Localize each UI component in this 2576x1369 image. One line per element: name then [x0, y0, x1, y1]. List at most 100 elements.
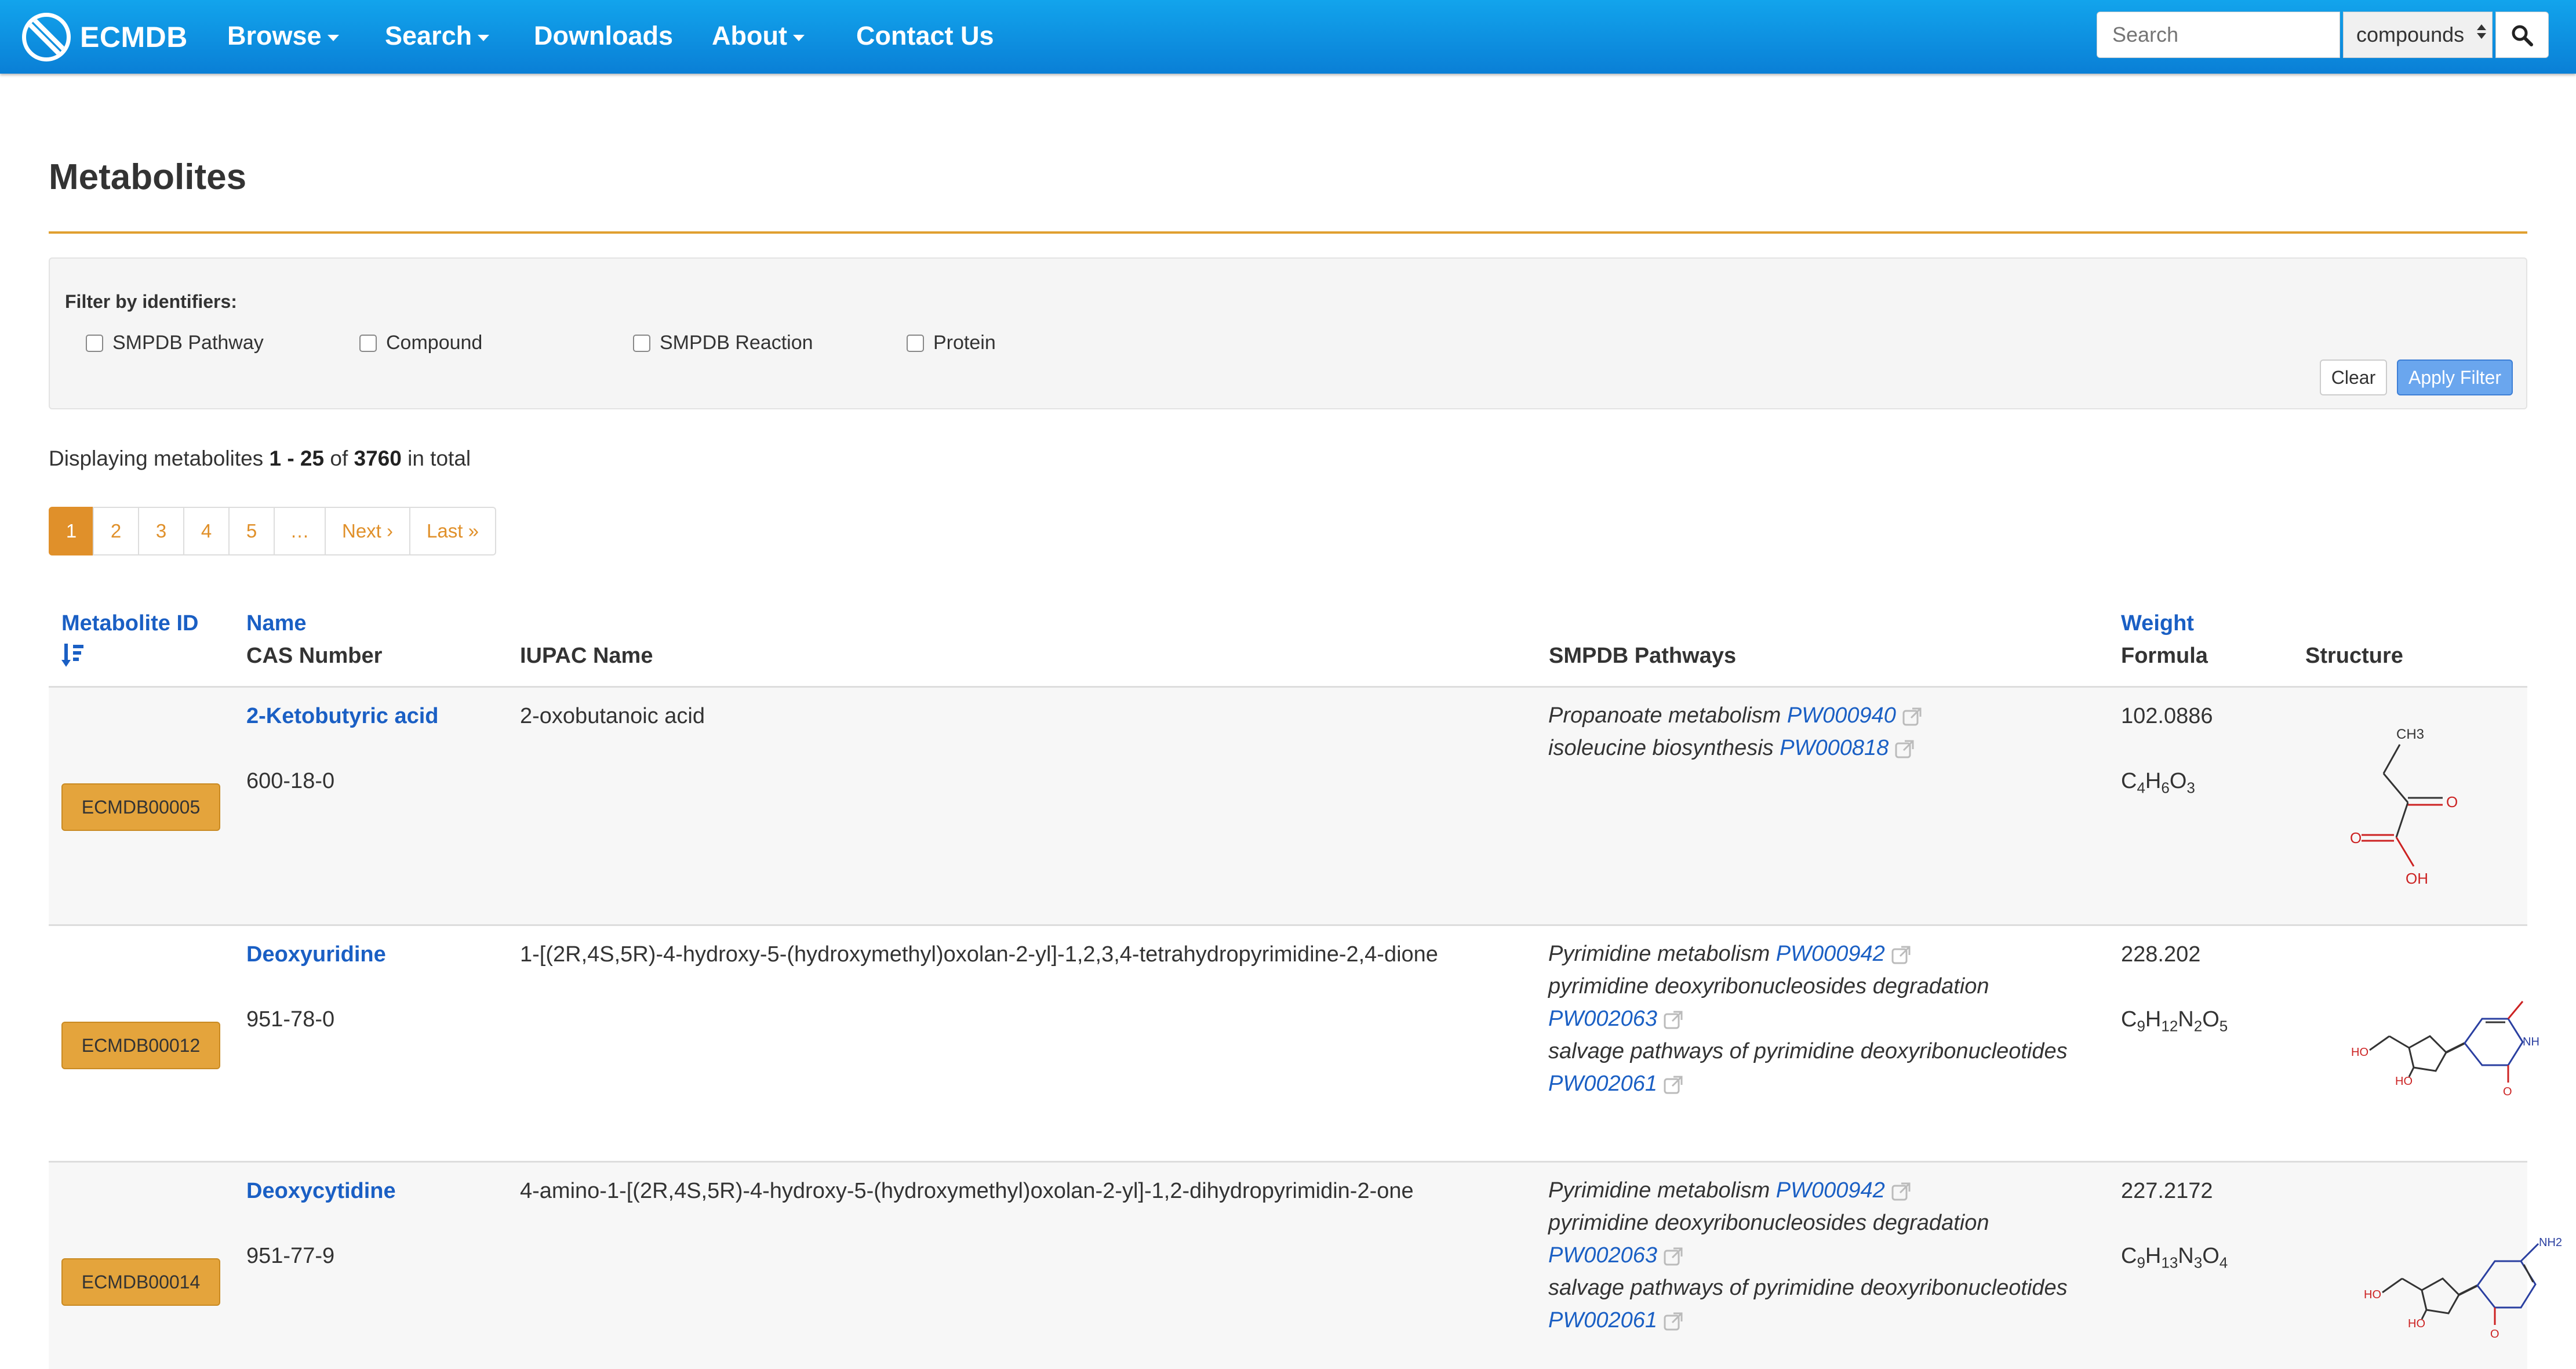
page-3[interactable]: 3: [138, 507, 184, 555]
pathway-link[interactable]: PW002061: [1548, 1072, 1657, 1096]
pathway-link[interactable]: PW002063: [1548, 1007, 1657, 1031]
table-row: ECMDB00012 Deoxyuridine 951-78-0 1-[(2R,…: [49, 926, 2539, 1163]
page-2[interactable]: 2: [93, 507, 139, 555]
structure-image: HO HO NH2 O: [2364, 1236, 2562, 1341]
filter-smpdb-pathway[interactable]: SMPDB Pathway: [86, 332, 264, 354]
count-total: 3760: [354, 446, 402, 470]
metabolite-id-button[interactable]: ECMDB00014: [61, 1258, 220, 1306]
clear-button[interactable]: Clear: [2320, 360, 2387, 395]
filter-protein[interactable]: Protein: [907, 332, 996, 354]
external-link-icon[interactable]: [1891, 945, 1912, 965]
filter-smpdb-reaction[interactable]: SMPDB Reaction: [633, 332, 813, 354]
svg-text:NH: NH: [2523, 1036, 2539, 1048]
metabolite-name-link[interactable]: 2-Ketobutyric acid: [246, 704, 439, 729]
header-structure: Structure: [2305, 644, 2403, 668]
nav-browse[interactable]: Browse: [227, 17, 339, 55]
external-link-icon[interactable]: [1663, 1311, 1684, 1332]
svg-text:NH2: NH2: [2539, 1236, 2562, 1249]
pathway-link[interactable]: PW002061: [1548, 1308, 1657, 1332]
header-name[interactable]: Name: [246, 611, 307, 636]
page-5[interactable]: 5: [228, 507, 275, 555]
checkbox[interactable]: [907, 334, 924, 352]
checkbox[interactable]: [633, 334, 650, 352]
pathway-name: pyrimidine deoxyribonucleosides degradat…: [1548, 974, 1989, 998]
header-iupac-name: IUPAC Name: [520, 644, 653, 668]
svg-text:O: O: [2490, 1328, 2499, 1341]
metabolite-name-link[interactable]: Deoxyuridine: [246, 942, 386, 967]
svg-text:O: O: [2503, 1085, 2512, 1098]
svg-text:O: O: [2350, 829, 2362, 847]
header-formula: Formula: [2121, 644, 2208, 668]
top-navbar: ECMDB Browse Search Downloads About Cont…: [0, 0, 2576, 74]
header-cas-number: CAS Number: [246, 644, 383, 668]
nav-contact-us[interactable]: Contact Us: [856, 17, 994, 55]
external-link-icon[interactable]: [1902, 706, 1923, 727]
caret-down-icon: [792, 34, 805, 41]
ecmdb-logo-icon: [22, 13, 71, 61]
structure-image: HO HO NH O: [2351, 1001, 2539, 1098]
sort-descending-icon[interactable]: [61, 642, 85, 668]
pathway-link[interactable]: PW000942: [1776, 1178, 1885, 1203]
filter-compound[interactable]: Compound: [359, 332, 482, 354]
cas-number: 951-78-0: [246, 1007, 335, 1032]
page-title: Metabolites: [49, 157, 247, 197]
external-link-icon[interactable]: [1891, 1181, 1912, 1202]
count-range: 1 - 25: [269, 446, 325, 470]
page-4[interactable]: 4: [183, 507, 230, 555]
metabolite-id-button[interactable]: ECMDB00005: [61, 783, 220, 831]
pathway-item: pyrimidine deoxyribonucleosides degradat…: [1548, 1207, 2068, 1239]
cas-number: 600-18-0: [246, 769, 335, 793]
pathway-name: Propanoate metabolism: [1548, 703, 1781, 728]
brand-link[interactable]: ECMDB: [22, 8, 188, 66]
search-input[interactable]: [2097, 12, 2340, 58]
pathway-item: PW002061: [1548, 1067, 2068, 1100]
pathway-link[interactable]: PW000940: [1787, 703, 1896, 728]
pagination: 1 2 3 4 5 … Next › Last »: [49, 507, 496, 555]
metabolite-id-button[interactable]: ECMDB00012: [61, 1022, 220, 1069]
filter-panel: Filter by identifiers: SMPDB Pathway Com…: [49, 257, 2527, 409]
nav-contact-label: Contact Us: [856, 21, 994, 50]
pathway-list: Pyrimidine metabolism PW000942 pyrimidin…: [1548, 1174, 2068, 1337]
header-weight[interactable]: Weight: [2121, 611, 2194, 636]
svg-text:CH3: CH3: [2396, 727, 2424, 742]
molecular-weight: 102.0886: [2121, 704, 2213, 728]
molecular-formula: C9H12N2O5: [2121, 1007, 2228, 1035]
filter-option-label: SMPDB Pathway: [112, 332, 264, 354]
count-suffix: in total: [407, 446, 471, 470]
pathway-item: Propanoate metabolism PW000940: [1548, 699, 1923, 732]
filter-option-label: Compound: [386, 332, 483, 354]
svg-text:OH: OH: [2406, 870, 2428, 887]
search-scope-select[interactable]: compounds: [2343, 12, 2493, 58]
external-link-icon[interactable]: [1663, 1074, 1684, 1095]
structure-image: CH3 O O OH: [2350, 727, 2458, 887]
external-link-icon[interactable]: [1663, 1246, 1684, 1267]
page-next[interactable]: Next ›: [325, 507, 410, 555]
metabolite-name-link[interactable]: Deoxycytidine: [246, 1179, 396, 1204]
nav-browse-label: Browse: [227, 21, 322, 50]
molecular-weight: 227.2172: [2121, 1179, 2213, 1203]
pathway-link[interactable]: PW000818: [1780, 736, 1889, 760]
nav-about[interactable]: About: [712, 17, 805, 55]
external-link-icon[interactable]: [1894, 739, 1915, 760]
pathway-list: Pyrimidine metabolism PW000942 pyrimidin…: [1548, 938, 2068, 1100]
search-button[interactable]: [2495, 12, 2549, 58]
header-metabolite-id[interactable]: Metabolite ID: [61, 611, 198, 636]
page-last[interactable]: Last »: [409, 507, 496, 555]
table-row: ECMDB00005 2-Ketobutyric acid 600-18-0 2…: [49, 688, 2527, 926]
pathway-item: PW002063: [1548, 1239, 2068, 1272]
svg-text:HO: HO: [2364, 1288, 2381, 1301]
nav-about-label: About: [712, 21, 787, 50]
pathway-name: Pyrimidine metabolism: [1548, 942, 1770, 966]
nav-search[interactable]: Search: [385, 17, 490, 55]
page-1[interactable]: 1: [49, 507, 94, 555]
pathway-link[interactable]: PW000942: [1776, 942, 1885, 966]
apply-filter-button[interactable]: Apply Filter: [2397, 360, 2513, 395]
external-link-icon[interactable]: [1663, 1009, 1684, 1030]
checkbox[interactable]: [359, 334, 377, 352]
filter-option-label: Protein: [933, 332, 996, 354]
iupac-name: 1-[(2R,4S,5R)-4-hydroxy-5-(hydroxymethyl…: [520, 942, 1438, 967]
pathway-link[interactable]: PW002063: [1548, 1243, 1657, 1268]
pathway-name: salvage pathways of pyrimidine deoxyribo…: [1548, 1276, 2068, 1300]
checkbox[interactable]: [86, 334, 103, 352]
nav-downloads[interactable]: Downloads: [534, 17, 673, 55]
